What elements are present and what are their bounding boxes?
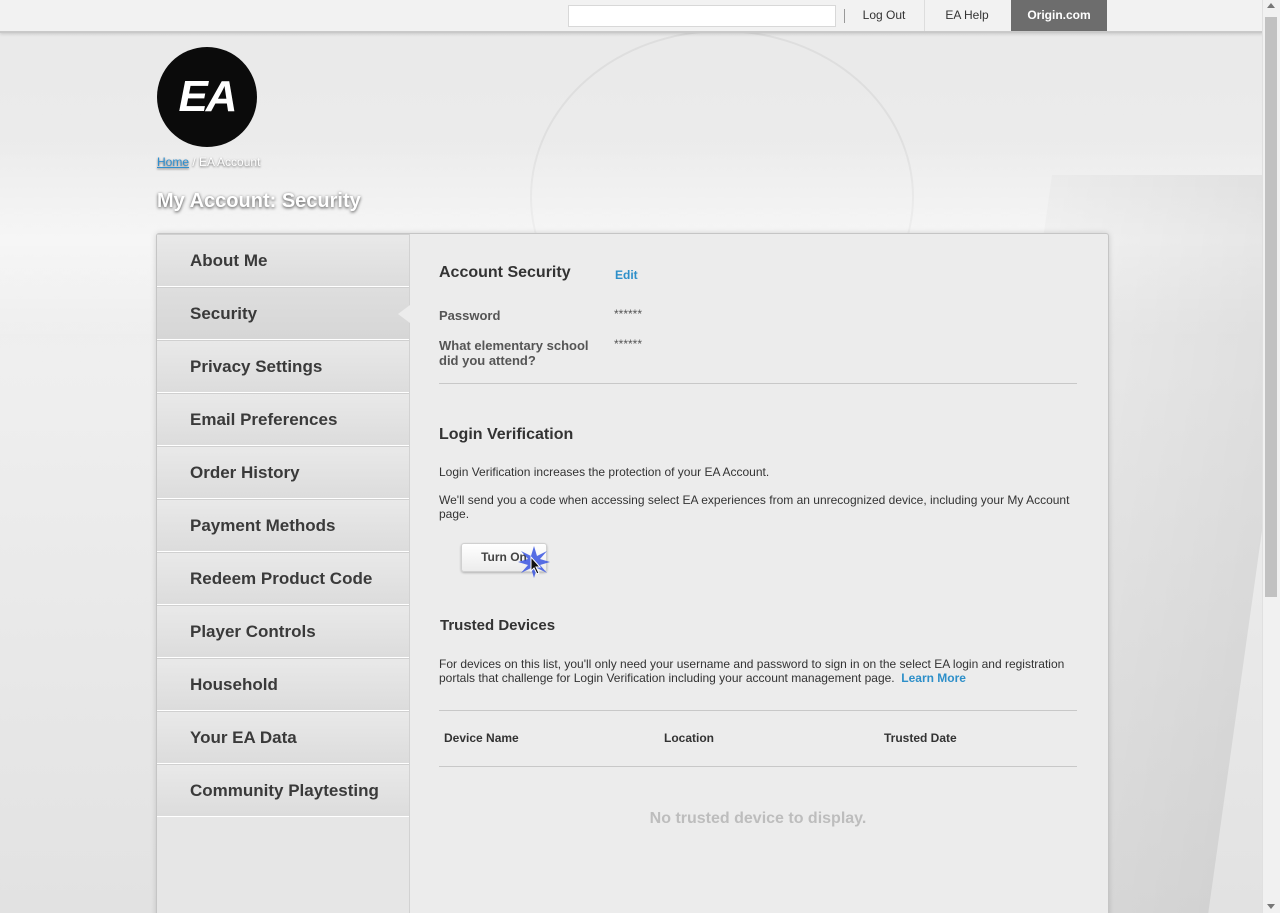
sidebar-item-about-me[interactable]: About Me — [157, 234, 409, 287]
page-title: My Account: Security — [157, 190, 361, 212]
sidebar-item-privacy-settings[interactable]: Privacy Settings — [157, 340, 409, 393]
top-bar: Log Out EA Help Origin.com — [0, 0, 1263, 33]
security-question-label: What elementary school did you attend? — [439, 338, 589, 368]
login-verification-heading: Login Verification — [439, 426, 574, 443]
sidebar-item-email-preferences[interactable]: Email Preferences — [157, 393, 409, 446]
click-indicator-icon — [518, 546, 550, 578]
scrollbar[interactable] — [1262, 0, 1280, 913]
origin-link[interactable]: Origin.com — [1011, 0, 1107, 31]
ea-logo[interactable]: EA — [157, 47, 257, 147]
breadcrumb-separator: / — [189, 155, 200, 169]
ea-logo-text: EA — [178, 72, 237, 121]
divider — [439, 383, 1077, 384]
sidebar-item-security[interactable]: Security — [157, 287, 410, 340]
column-location: Location — [664, 731, 714, 745]
password-value: ****** — [614, 307, 643, 321]
divider — [439, 766, 1077, 767]
password-label: Password — [439, 308, 501, 323]
column-trusted-date: Trusted Date — [884, 731, 957, 745]
divider — [439, 710, 1077, 711]
account-security-heading: Account Security — [439, 264, 571, 281]
scroll-thumb[interactable] — [1265, 17, 1277, 597]
column-device-name: Device Name — [444, 731, 519, 745]
breadcrumb-home-link[interactable]: Home — [157, 155, 189, 169]
breadcrumb: Home / EA Account — [157, 155, 260, 169]
sidebar: About Me Security Privacy Settings Email… — [157, 234, 410, 913]
learn-more-link[interactable]: Learn More — [901, 671, 966, 685]
login-verification-detail: We'll send you a code when accessing sel… — [439, 493, 1070, 521]
sidebar-item-player-controls[interactable]: Player Controls — [157, 605, 409, 658]
security-content: Account Security Edit Password ****** Wh… — [439, 234, 1077, 913]
search-input[interactable] — [568, 5, 836, 27]
security-question-value: ****** — [614, 337, 643, 351]
sidebar-item-order-history[interactable]: Order History — [157, 446, 409, 499]
log-out-link[interactable]: Log Out — [846, 0, 922, 31]
divider — [844, 9, 845, 23]
sidebar-item-payment-methods[interactable]: Payment Methods — [157, 499, 409, 552]
scroll-up-arrow-icon[interactable] — [1267, 3, 1275, 8]
trusted-devices-text: For devices on this list, you'll only ne… — [439, 657, 1065, 685]
trusted-devices-description: For devices on this list, you'll only ne… — [439, 657, 1077, 685]
breadcrumb-current: EA Account — [199, 155, 261, 169]
edit-link[interactable]: Edit — [615, 268, 638, 282]
account-panel: About Me Security Privacy Settings Email… — [156, 233, 1109, 913]
trusted-devices-heading: Trusted Devices — [440, 617, 556, 634]
sidebar-item-household[interactable]: Household — [157, 658, 409, 711]
ea-help-link[interactable]: EA Help — [924, 0, 1009, 31]
scroll-down-arrow-icon[interactable] — [1267, 904, 1275, 909]
sidebar-item-community-playtesting[interactable]: Community Playtesting — [157, 764, 409, 817]
sidebar-item-redeem-product-code[interactable]: Redeem Product Code — [157, 552, 409, 605]
sidebar-item-your-ea-data[interactable]: Your EA Data — [157, 711, 409, 764]
empty-devices-message: No trusted device to display. — [649, 810, 867, 827]
login-verification-description: Login Verification increases the protect… — [439, 465, 770, 479]
